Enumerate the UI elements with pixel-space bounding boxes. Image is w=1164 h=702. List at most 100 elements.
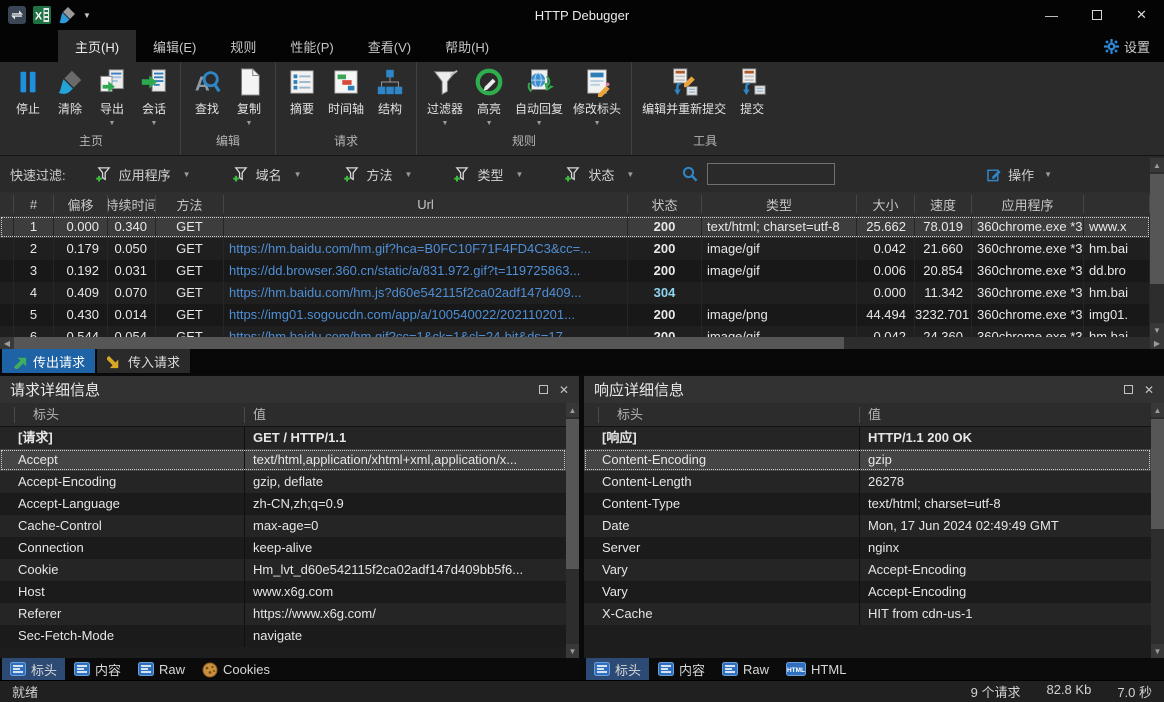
column-header-速度[interactable]: 速度 <box>915 195 972 213</box>
header-row[interactable]: Content-Encodinggzip <box>584 449 1151 471</box>
dropdown-caret-icon[interactable]: ▼ <box>109 117 116 129</box>
header-row[interactable]: Accept-Encodinggzip, deflate <box>0 471 566 493</box>
ribbon-button-summary[interactable]: 摘要 <box>281 62 323 129</box>
view-tab-标头[interactable]: 标头 <box>586 658 649 680</box>
view-tab-内容[interactable]: 内容 <box>650 658 713 680</box>
column-header-#[interactable]: # <box>14 195 54 213</box>
view-tab-raw[interactable]: Raw <box>714 658 777 680</box>
scroll-down-icon[interactable]: ▼ <box>1151 644 1164 658</box>
ribbon-button-submit[interactable]: 提交 <box>731 62 773 129</box>
scroll-left-icon[interactable]: ◀ <box>0 337 14 349</box>
filter-dropdown-5[interactable]: 状态▼ <box>565 165 634 184</box>
header-row[interactable]: Accept-Languagezh-CN,zh;q=0.9 <box>0 493 566 515</box>
menu-tab-1[interactable]: 主页(H) <box>58 30 136 62</box>
table-row[interactable]: 60.5440.054GEThttps://hm.baidu.com/hm.gi… <box>0 326 1150 337</box>
settings-button[interactable]: 设置 <box>1104 30 1164 62</box>
column-header-value[interactable]: 值 <box>859 407 1164 423</box>
header-row[interactable]: X-CacheHIT from cdn-us-1 <box>584 603 1151 625</box>
column-header-col11[interactable] <box>1084 195 1150 213</box>
panel-close-button[interactable]: ✕ <box>1144 383 1154 397</box>
excel-export-icon[interactable]: X <box>33 6 51 24</box>
ribbon-button-pause[interactable]: 停止 <box>7 62 49 129</box>
header-row[interactable]: Hostwww.x6g.com <box>0 581 566 603</box>
ribbon-button-copy[interactable]: 复制▼ <box>228 62 270 129</box>
ribbon-button-session[interactable]: 会话▼ <box>133 62 175 129</box>
stream-tab-outgoing[interactable]: 传出请求 <box>2 349 95 373</box>
ribbon-button-modify-headers[interactable]: 修改标头▼ <box>568 62 626 129</box>
ribbon-button-find[interactable]: A查找 <box>186 62 228 129</box>
dropdown-caret-icon[interactable]: ▼ <box>151 117 158 129</box>
table-row[interactable]: 20.1790.050GEThttps://hm.baidu.com/hm.gi… <box>0 238 1150 260</box>
scroll-right-icon[interactable]: ▶ <box>1150 337 1164 349</box>
column-header-应用程序[interactable]: 应用程序 <box>972 195 1084 213</box>
panel-vscroll-thumb[interactable] <box>1151 419 1164 529</box>
column-header-方法[interactable]: 方法 <box>156 195 224 213</box>
header-row[interactable]: Connectionkeep-alive <box>0 537 566 559</box>
close-button[interactable]: ✕ <box>1119 0 1164 30</box>
header-row[interactable]: DateMon, 17 Jun 2024 02:49:49 GMT <box>584 515 1151 537</box>
header-row[interactable]: Cache-Controlmax-age=0 <box>0 515 566 537</box>
filter-dropdown-1[interactable]: 应用程序▼ <box>96 165 191 184</box>
column-header-持续时间[interactable]: 持续时间 <box>108 195 156 213</box>
ribbon-button-timeline[interactable]: 时间轴 <box>323 62 369 129</box>
dropdown-caret-icon[interactable]: ▼ <box>442 117 449 129</box>
ribbon-button-edit-resubmit[interactable]: 编辑并重新提交 <box>637 62 731 129</box>
column-header-大小[interactable]: 大小 <box>857 195 915 213</box>
menu-tab-4[interactable]: 性能(P) <box>273 30 350 62</box>
view-tab-标头[interactable]: 标头 <box>2 658 65 680</box>
dropdown-caret-icon[interactable]: ▼ <box>486 117 493 129</box>
column-header-value[interactable]: 值 <box>244 407 579 423</box>
scroll-down-icon[interactable]: ▼ <box>1150 323 1164 337</box>
table-vscroll-thumb[interactable] <box>1150 174 1164 284</box>
quick-access-caret-icon[interactable]: ▼ <box>83 11 91 20</box>
clear-brush-icon[interactable] <box>58 6 76 24</box>
header-row[interactable]: Content-Length26278 <box>584 471 1151 493</box>
view-tab-html[interactable]: HTMLHTML <box>778 658 854 680</box>
column-header-key[interactable]: 标头 <box>14 407 244 423</box>
header-row[interactable]: [响应]HTTP/1.1 200 OK <box>584 427 1151 449</box>
column-header-col0[interactable] <box>0 195 14 213</box>
column-header-key[interactable]: 标头 <box>598 407 859 423</box>
column-header-类型[interactable]: 类型 <box>702 195 857 213</box>
header-row[interactable]: Sec-Fetch-Modenavigate <box>0 625 566 647</box>
header-row[interactable]: VaryAccept-Encoding <box>584 559 1151 581</box>
panel-vertical-scrollbar[interactable]: ▲▼ <box>1151 403 1164 658</box>
search-input[interactable] <box>707 163 835 185</box>
dropdown-caret-icon[interactable]: ▼ <box>246 117 253 129</box>
view-tab-内容[interactable]: 内容 <box>66 658 129 680</box>
header-row[interactable]: Content-Typetext/html; charset=utf-8 <box>584 493 1151 515</box>
table-row[interactable]: 50.4300.014GEThttps://img01.sogoucdn.com… <box>0 304 1150 326</box>
sync-arrows-icon[interactable] <box>8 6 26 24</box>
view-tab-raw[interactable]: Raw <box>130 658 193 680</box>
minimize-button[interactable]: — <box>1029 0 1074 30</box>
table-row[interactable]: 10.0000.340GET200text/html; charset=utf-… <box>0 216 1150 238</box>
panel-vscroll-thumb[interactable] <box>566 419 579 569</box>
scroll-down-icon[interactable]: ▼ <box>566 644 579 658</box>
ribbon-button-structure[interactable]: 结构 <box>369 62 411 129</box>
ribbon-button-filter[interactable]: 过滤器▼ <box>422 62 468 129</box>
actions-button[interactable]: 操作 ▼ <box>987 165 1052 184</box>
stream-tab-incoming[interactable]: 传入请求 <box>97 349 190 373</box>
menu-tab-3[interactable]: 规则 <box>213 30 273 62</box>
scroll-up-icon[interactable]: ▲ <box>1151 403 1164 417</box>
menu-tab-2[interactable]: 编辑(E) <box>136 30 213 62</box>
dropdown-caret-icon[interactable]: ▼ <box>594 117 601 129</box>
filter-dropdown-4[interactable]: 类型▼ <box>454 165 523 184</box>
panel-vertical-scrollbar[interactable]: ▲▼ <box>566 403 579 658</box>
header-row[interactable]: Servernginx <box>584 537 1151 559</box>
ribbon-button-highlight[interactable]: 高亮▼ <box>468 62 510 129</box>
panel-maximize-button[interactable] <box>1124 385 1133 394</box>
column-header-Url[interactable]: Url <box>224 195 628 213</box>
table-row[interactable]: 40.4090.070GEThttps://hm.baidu.com/hm.js… <box>0 282 1150 304</box>
panel-close-button[interactable]: ✕ <box>559 383 569 397</box>
header-row[interactable]: [请求]GET / HTTP/1.1 <box>0 427 566 449</box>
view-tab-cookies[interactable]: Cookies <box>194 658 278 680</box>
scroll-up-icon[interactable]: ▲ <box>1150 158 1164 172</box>
scroll-up-icon[interactable]: ▲ <box>566 403 579 417</box>
table-row[interactable]: 30.1920.031GEThttps://dd.browser.360.cn/… <box>0 260 1150 282</box>
menu-tab-6[interactable]: 帮助(H) <box>428 30 506 62</box>
panel-maximize-button[interactable] <box>539 385 548 394</box>
menu-tab-5[interactable]: 查看(V) <box>351 30 428 62</box>
header-row[interactable]: CookieHm_lvt_d60e542115f2ca02adf147d409b… <box>0 559 566 581</box>
ribbon-button-autoreply[interactable]: 自动回复▼ <box>510 62 568 129</box>
